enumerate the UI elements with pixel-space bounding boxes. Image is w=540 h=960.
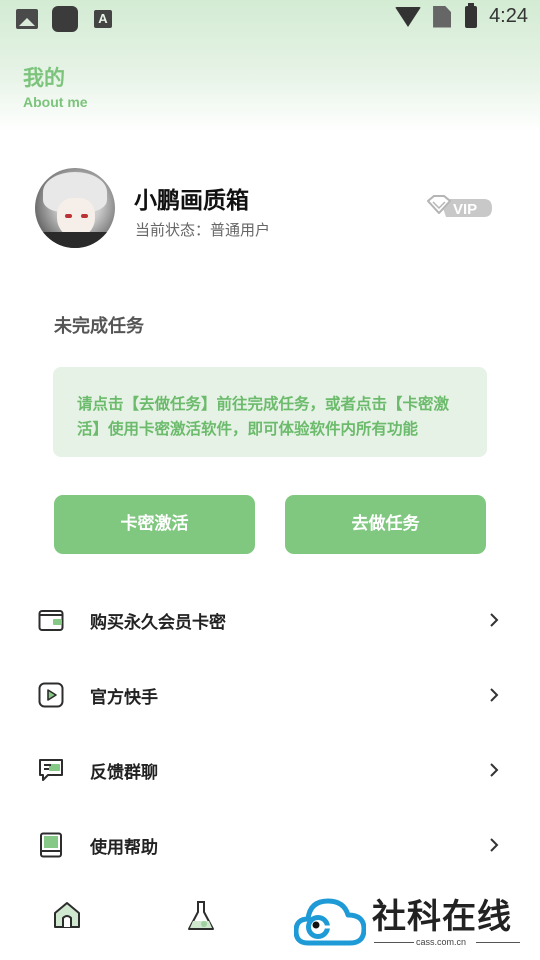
app-icon	[52, 6, 78, 32]
watermark-text: 社科在线	[372, 897, 512, 937]
menu-item-buy-membership[interactable]: 购买永久会员卡密	[0, 590, 540, 650]
vip-badge: VIP	[427, 195, 492, 218]
chat-icon	[39, 759, 63, 781]
page-title: 我的	[23, 66, 65, 90]
battery-charging-icon	[465, 2, 478, 28]
chevron-right-icon	[490, 613, 499, 627]
cloud-logo-icon	[294, 898, 366, 946]
watermark-rule-right	[476, 942, 520, 943]
watermark: 社科在线 cass.com.cn	[294, 887, 540, 960]
task-notice-box: 请点击【去做任务】前往完成任务，或者点击【卡密激活】使用卡密激活软件，即可体验软…	[53, 367, 487, 457]
font-icon: A	[94, 10, 112, 28]
status-bar: A 4:24	[0, 0, 540, 36]
menu-label: 购买永久会员卡密	[90, 613, 226, 633]
chevron-right-icon	[490, 763, 499, 777]
flask-icon[interactable]	[186, 900, 216, 932]
watermark-rule-left	[374, 942, 414, 943]
photo-icon	[16, 9, 38, 29]
do-task-button[interactable]: 去做任务	[285, 495, 486, 554]
task-section-title: 未完成任务	[54, 316, 144, 337]
menu-item-official-kuaishou[interactable]: 官方快手	[0, 665, 540, 725]
watermark-domain: cass.com.cn	[416, 937, 467, 947]
task-notice-text: 请点击【去做任务】前往完成任务，或者点击【卡密激活】使用卡密激活软件，即可体验软…	[77, 395, 450, 438]
wallet-icon	[38, 610, 64, 631]
page-subtitle: About me	[23, 94, 88, 110]
wifi-icon	[395, 6, 422, 27]
home-icon[interactable]	[52, 900, 82, 930]
no-sim-icon	[433, 5, 452, 28]
video-play-icon	[38, 682, 64, 708]
chevron-right-icon	[490, 838, 499, 852]
svg-text:VIP: VIP	[453, 201, 477, 218]
username: 小鹏画质箱	[134, 188, 249, 214]
avatar[interactable]	[35, 168, 115, 248]
menu-item-feedback-group[interactable]: 反馈群聊	[0, 740, 540, 800]
book-icon	[40, 832, 62, 858]
chevron-right-icon	[490, 688, 499, 702]
status-time: 4:24	[489, 5, 528, 27]
activate-card-button[interactable]: 卡密激活	[54, 495, 255, 554]
user-status: 当前状态：普通用户	[135, 221, 271, 239]
menu-label: 使用帮助	[90, 838, 158, 858]
menu-label: 官方快手	[90, 688, 158, 708]
menu-item-help[interactable]: 使用帮助	[0, 815, 540, 875]
menu-label: 反馈群聊	[90, 763, 158, 783]
